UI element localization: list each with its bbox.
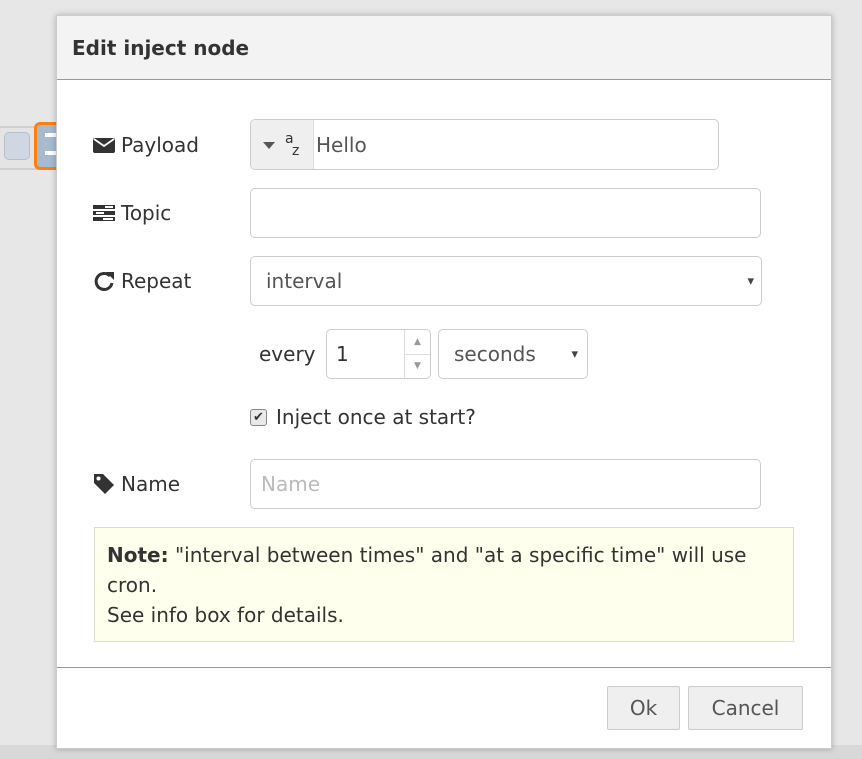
string-type-icon-z: z: [292, 142, 300, 159]
name-input[interactable]: [250, 459, 761, 509]
spin-down-icon[interactable]: ▼: [405, 353, 430, 379]
once-checkbox-row[interactable]: ✔ Inject once at start?: [250, 405, 476, 429]
interval-spinner[interactable]: ▲ ▼: [404, 330, 430, 378]
payload-label: Payload: [93, 119, 199, 170]
inject-node-button[interactable]: [4, 132, 30, 160]
chevron-down-icon: ▾: [571, 346, 578, 362]
info-note: Note: "interval between times" and "at a…: [94, 527, 794, 642]
interval-unit-select[interactable]: seconds ▾: [438, 329, 588, 379]
every-label: every: [259, 342, 316, 366]
dialog-title: Edit inject node: [57, 16, 831, 80]
name-label-text: Name: [121, 472, 181, 496]
tasks-icon: [93, 205, 115, 221]
note-line1: "interval between times" and "at a speci…: [107, 543, 747, 597]
interval-value[interactable]: 1: [336, 342, 349, 366]
topic-label-text: Topic: [121, 201, 172, 225]
repeat-selected-value: interval: [266, 269, 343, 293]
once-checkbox-label[interactable]: Inject once at start?: [276, 405, 476, 429]
payload-label-text: Payload: [121, 132, 199, 157]
repeat-label: Repeat: [93, 256, 191, 306]
note-line2: See info box for details.: [107, 603, 344, 627]
name-label: Name: [93, 459, 180, 509]
edit-inject-node-dialog: Edit inject node Payload a z Hello Topic…: [56, 15, 832, 749]
chevron-down-icon: ▾: [747, 273, 754, 289]
interval-number-input[interactable]: 1 ▲ ▼: [326, 329, 431, 379]
dialog-footer: Ok Cancel: [57, 667, 831, 749]
cancel-button[interactable]: Cancel: [688, 686, 803, 730]
repeat-icon: [94, 271, 114, 291]
ok-button[interactable]: Ok: [607, 686, 680, 730]
spin-up-icon[interactable]: ▲: [405, 330, 430, 354]
repeat-select[interactable]: interval ▾: [250, 256, 762, 306]
repeat-label-text: Repeat: [121, 269, 192, 293]
string-type-icon: a z: [285, 132, 301, 158]
tag-icon: [94, 474, 114, 494]
envelope-icon: [93, 137, 115, 153]
topic-label: Topic: [93, 188, 171, 238]
workspace-inject-node[interactable]: [0, 122, 64, 170]
interval-unit-value: seconds: [454, 342, 536, 366]
payload-type-button[interactable]: a z: [251, 120, 314, 169]
once-checkbox[interactable]: ✔: [250, 408, 267, 426]
note-bold: Note:: [107, 543, 169, 567]
payload-typed-input[interactable]: a z Hello: [250, 119, 719, 170]
chevron-down-icon: [263, 142, 275, 149]
payload-value[interactable]: Hello: [314, 133, 367, 157]
topic-input[interactable]: [250, 188, 761, 238]
